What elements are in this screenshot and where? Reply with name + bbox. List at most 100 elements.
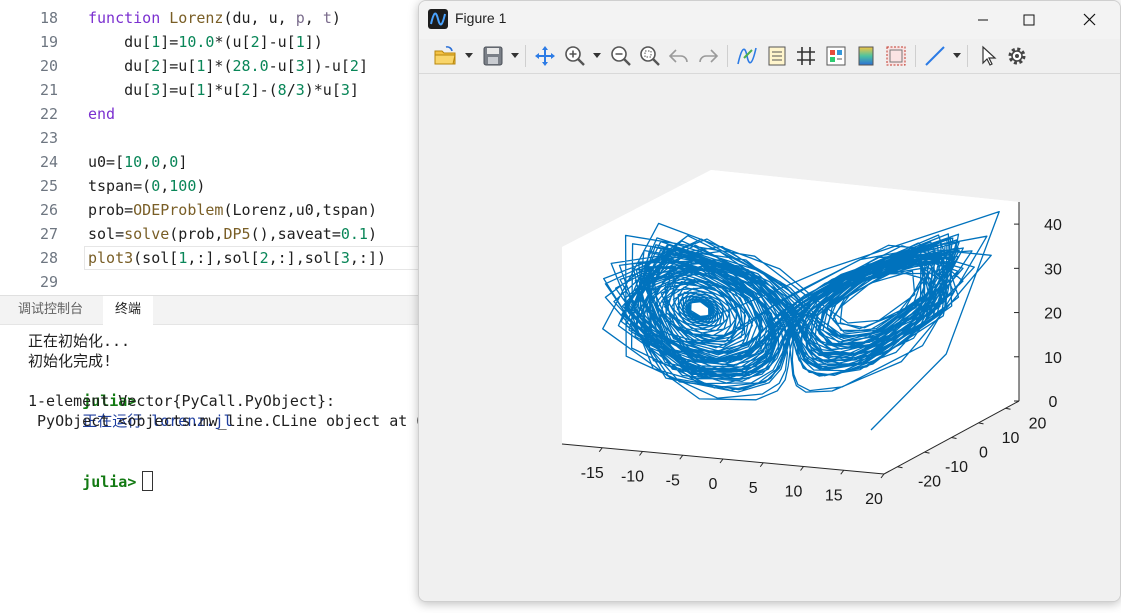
x-tick-label: -5 <box>666 472 680 489</box>
figure-window: Figure 1 -15 -10 -5 0 5 10 15 20 -20 -10… <box>418 0 1121 602</box>
code-line[interactable]: 21 du[3]=u[1]*u[2]-(8/3)*u[3] <box>0 78 420 102</box>
y-tick <box>897 466 903 469</box>
legend-icon[interactable] <box>765 44 789 68</box>
code-line[interactable]: 25 tspan=(0,100) <box>0 174 420 198</box>
lorenz-3d-plot[interactable]: -15 -10 -5 0 5 10 15 20-20-1001020010203040 <box>419 74 1120 601</box>
code-text: end <box>88 105 116 123</box>
z-tick-label: 30 <box>1044 261 1062 278</box>
x-tick <box>679 454 684 460</box>
colormap-icon[interactable] <box>854 44 878 68</box>
code-line[interactable]: 24 u0=[10,0,0] <box>0 150 420 174</box>
line-number: 25 <box>39 177 58 195</box>
code-text: du[2]=u[1]*(28.0-u[3])-u[2] <box>88 57 368 75</box>
y-tick <box>1005 407 1011 410</box>
toolbar-separator <box>525 45 526 67</box>
zoom-in-icon[interactable] <box>563 44 587 68</box>
figure-app-icon <box>428 9 448 29</box>
code-line[interactable]: 29 <box>0 270 420 294</box>
code-text: function Lorenz(du, u, p, t) <box>88 9 341 27</box>
tab-debug-console[interactable]: 调试控制台 <box>6 296 95 324</box>
axes-box-icon[interactable] <box>884 44 908 68</box>
maximize-button[interactable] <box>1006 1 1052 39</box>
x-tick-label: 10 <box>785 484 803 501</box>
y-tick <box>978 422 984 425</box>
zoom-out-icon[interactable] <box>609 44 633 68</box>
toolbar-separator <box>967 45 968 67</box>
undo-icon[interactable] <box>667 44 691 68</box>
code-line[interactable]: 23 <box>0 126 420 150</box>
plot-canvas[interactable]: -15 -10 -5 0 5 10 15 20 -20 -10 0 10 20 0 10 20 30 40 <box>419 74 1120 601</box>
x-tick <box>719 458 724 464</box>
code-line[interactable]: 22 end <box>0 102 420 126</box>
line-number: 29 <box>39 273 58 291</box>
colorbar-icon[interactable] <box>824 44 848 68</box>
line-number: 21 <box>39 81 58 99</box>
code-line[interactable]: 26 prob=ODEProblem(Lorenz,u0,tspan) <box>0 198 420 222</box>
y-tick-label: 20 <box>1029 415 1047 432</box>
code-line[interactable]: 27 sol=solve(prob,DP5(),saveat=0.1) <box>0 222 420 246</box>
code-text: tspan=(0,100) <box>88 177 206 195</box>
x-tick <box>639 451 643 456</box>
pan-move-icon[interactable] <box>533 44 557 68</box>
code-text: prob=ODEProblem(Lorenz,u0,tspan) <box>88 201 377 219</box>
code-text: plot3(sol[1,:],sol[2,:],sol[3,:]) <box>88 249 387 267</box>
code-text: du[1]=10.0*(u[2]-u[1]) <box>88 33 323 51</box>
terminal-line-prompt[interactable]: julia> <box>28 451 154 491</box>
x-tick <box>598 447 603 453</box>
settings-gear-icon[interactable] <box>1005 44 1029 68</box>
code-text: sol=solve(prob,DP5(),saveat=0.1) <box>88 225 377 243</box>
line-number: 27 <box>39 225 58 243</box>
y-tick <box>951 437 957 439</box>
x-tick-label: 5 <box>749 480 758 497</box>
code-line[interactable]: 28 plot3(sol[1,:],sol[2,:],sol[3,:]) <box>0 246 420 270</box>
code-text: du[3]=u[1]*u[2]-(8/3)*u[3] <box>88 81 359 99</box>
y-tick-label: 10 <box>1002 430 1020 447</box>
terminal-line-pyobject: PyObject <objects.mw_line.CLine object a… <box>28 412 420 430</box>
tab-terminal[interactable]: 终端 <box>103 296 154 325</box>
x-tick-label: 20 <box>865 491 883 508</box>
line-number: 26 <box>39 201 58 219</box>
bottom-panel: 调试控制台 终端 正在初始化... 初始化完成! julia> 正在运行 lor… <box>0 295 420 613</box>
figure-titlebar[interactable]: Figure 1 <box>419 1 1120 39</box>
close-button[interactable] <box>1066 1 1112 39</box>
grid-icon[interactable] <box>794 44 818 68</box>
terminal-line-run: julia> 正在运行 lorenz.jl <box>28 371 232 430</box>
code-line[interactable]: 18 function Lorenz(du, u, p, t) <box>0 6 420 30</box>
zoom-fit-icon[interactable] <box>638 44 662 68</box>
save-icon[interactable] <box>481 44 505 68</box>
open-dropdown-icon[interactable] <box>465 53 473 58</box>
line-number: 23 <box>39 129 58 147</box>
data-cursor-icon[interactable] <box>735 44 759 68</box>
minimize-button[interactable] <box>960 1 1006 39</box>
z-tick-label: 0 <box>1049 394 1058 411</box>
x-tick-label: -10 <box>621 469 644 486</box>
y-tick-label: 0 <box>979 445 988 462</box>
julia-prompt-2: julia> <box>82 473 137 491</box>
select-pointer-icon[interactable] <box>976 44 1000 68</box>
terminal-line-vector: 1-element Vector{PyCall.PyObject}: <box>28 392 336 410</box>
line-style-dropdown-icon[interactable] <box>953 53 961 58</box>
panel-tab-bar: 调试控制台 终端 <box>0 296 420 325</box>
line-number: 20 <box>39 57 58 75</box>
folder-open-icon[interactable] <box>433 44 457 68</box>
zoom-dropdown-icon[interactable] <box>593 53 601 58</box>
code-line[interactable]: 20 du[2]=u[1]*(28.0-u[3])-u[2] <box>0 54 420 78</box>
y-tick <box>924 451 930 454</box>
line-number: 19 <box>39 33 58 51</box>
redo-icon[interactable] <box>696 44 720 68</box>
line-style-icon[interactable] <box>923 44 947 68</box>
x-tick-label: -15 <box>581 465 604 482</box>
toolbar-separator <box>915 45 916 67</box>
z-tick-label: 10 <box>1044 350 1062 367</box>
x-tick <box>880 473 885 479</box>
x-tick <box>800 466 804 471</box>
line-number: 22 <box>39 105 58 123</box>
code-line[interactable]: 19 du[1]=10.0*(u[2]-u[1]) <box>0 30 420 54</box>
figure-toolbar <box>419 39 1120 74</box>
x-tick <box>759 462 764 468</box>
x-tick <box>840 469 845 475</box>
save-dropdown-icon[interactable] <box>511 53 519 58</box>
code-text: u0=[10,0,0] <box>88 153 188 171</box>
x-tick-label: 0 <box>709 476 718 493</box>
code-editor[interactable]: 18 function Lorenz(du, u, p, t) 19 du[1]=1… <box>0 0 422 295</box>
